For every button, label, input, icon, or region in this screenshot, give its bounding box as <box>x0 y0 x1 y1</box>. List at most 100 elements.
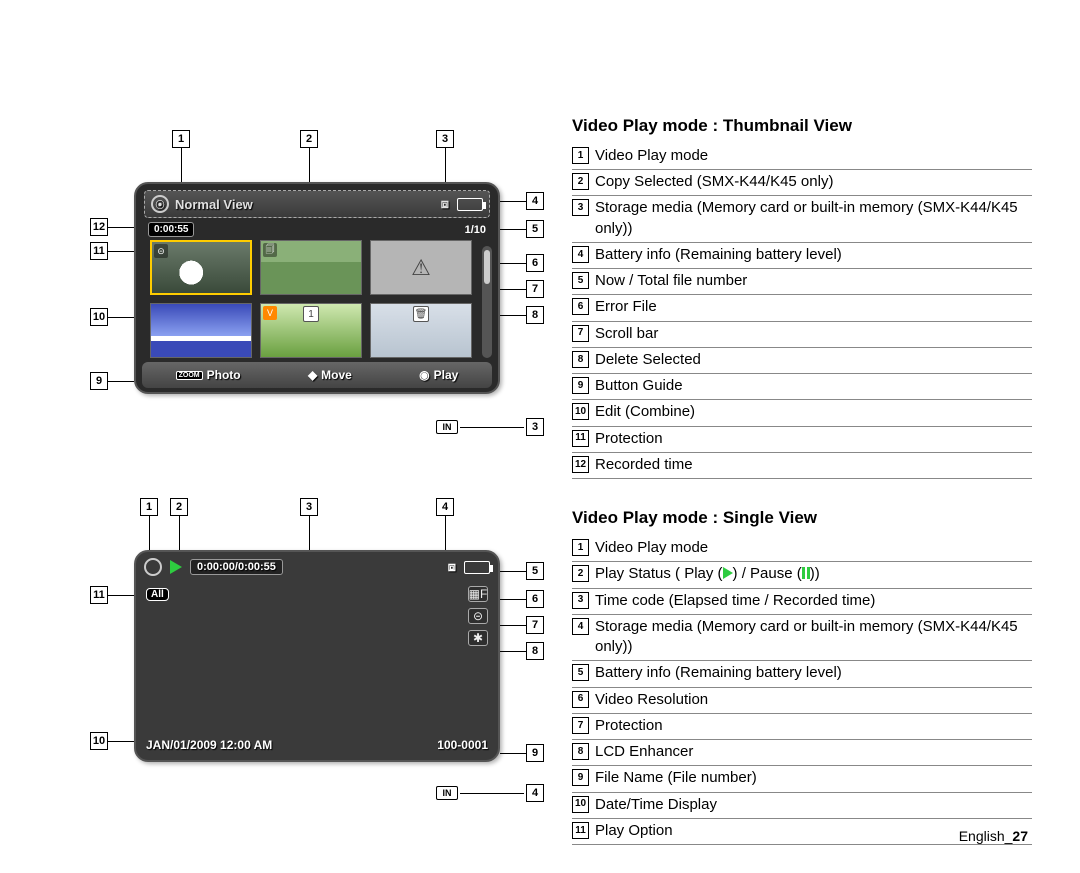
camera-screen-thumbnail: ⦿ Normal View ⧈ 0:00:55 1/10 ⊝ 🗐 ⚠ V1 🗑 … <box>134 182 500 394</box>
callout-3b-tn: 3 <box>526 418 544 436</box>
callout-3-sv: 3 <box>300 498 318 516</box>
combine-icon: V <box>263 306 277 320</box>
thumbnail-6[interactable]: 🗑 <box>370 303 472 358</box>
callout-9-sv: 9 <box>526 744 544 762</box>
battery-icon <box>457 198 483 211</box>
callout-4-tn: 4 <box>526 192 544 210</box>
topbar: ⦿ Normal View ⧈ <box>144 190 490 218</box>
callout-1-sv: 1 <box>140 498 158 516</box>
callout-2-tn: 2 <box>300 130 318 148</box>
legend-row: 3Storage media (Memory card or built-in … <box>572 196 1032 243</box>
legend-row: 7Protection <box>572 714 1032 740</box>
protection-icon: ⊝ <box>468 608 488 624</box>
legend-row: 6Error File <box>572 295 1032 321</box>
callout-9-tn: 9 <box>90 372 108 390</box>
callout-5-tn: 5 <box>526 220 544 238</box>
legend-row: 2Play Status ( Play () / Pause ()) <box>572 562 1032 588</box>
play-option-badge: All <box>146 588 169 601</box>
callout-3-tn: 3 <box>436 130 454 148</box>
legend-row: 5Battery info (Remaining battery level) <box>572 661 1032 687</box>
pause-icon <box>802 567 810 579</box>
thumbnail-error[interactable]: ⚠ <box>370 240 472 295</box>
legend-row: 6Video Resolution <box>572 688 1032 714</box>
callout-1-tn: 1 <box>172 130 190 148</box>
scroll-bar[interactable] <box>482 246 492 358</box>
legend-row: 11Protection <box>572 427 1032 453</box>
legend-title-thumbnail: Video Play mode : Thumbnail View <box>572 115 1032 138</box>
callout-4-sv: 4 <box>436 498 454 516</box>
status-bar: 0:00:55 1/10 <box>148 222 486 237</box>
lcd-enhancer-icon: ✱ <box>468 630 488 646</box>
combine-mark-icon: 1 <box>303 306 319 322</box>
play-topbar: 0:00:00/0:00:55 ⧈ <box>144 558 490 576</box>
legend-row: 1Video Play mode <box>572 144 1032 170</box>
resolution-icon: ▦F <box>468 586 488 602</box>
timecode: 0:00:00/0:00:55 <box>190 559 283 575</box>
camera-screen-single: 0:00:00/0:00:55 ⧈ All ▦F ⊝ ✱ JAN/01/2009… <box>134 550 500 762</box>
thumbnail-grid: ⊝ 🗐 ⚠ V1 🗑 <box>150 240 472 358</box>
legend-row: 3Time code (Elapsed time / Recorded time… <box>572 589 1032 615</box>
legend-row: 8LCD Enhancer <box>572 740 1032 766</box>
bottom-info: JAN/01/2009 12:00 AM 100-0001 <box>146 738 488 752</box>
legend-column: Video Play mode : Thumbnail View 1Video … <box>572 115 1032 873</box>
view-title: Normal View <box>175 197 253 212</box>
delete-icon: 🗑 <box>413 306 429 322</box>
callout-6-sv: 6 <box>526 590 544 608</box>
legend-row: 12Recorded time <box>572 453 1032 479</box>
storage-icon: ⧈ <box>448 559 456 575</box>
zoom-icon: ZOOM <box>176 371 203 380</box>
legend-single: Video Play mode : Single View 1Video Pla… <box>572 507 1032 845</box>
in-badge-1: IN <box>436 420 458 434</box>
callout-10-sv: 10 <box>90 732 108 750</box>
legend-row: 7Scroll bar <box>572 322 1032 348</box>
thumbnail-5[interactable]: V1 <box>260 303 362 358</box>
filename: 100-0001 <box>437 738 488 752</box>
recorded-time: 0:00:55 <box>148 222 194 237</box>
video-mode-icon: ⦿ <box>151 195 169 213</box>
thumbnail-4[interactable] <box>150 303 252 358</box>
move-icon: ◆ <box>308 368 317 382</box>
callout-8-sv: 8 <box>526 642 544 660</box>
footer-page: 27 <box>1012 828 1028 844</box>
right-icon-column: ▦F ⊝ ✱ <box>468 586 488 646</box>
legend-row: 4Storage media (Memory card or built-in … <box>572 615 1032 662</box>
play-icon <box>723 567 733 579</box>
legend-row: 9File Name (File number) <box>572 766 1032 792</box>
photo-button[interactable]: ZOOMPhoto <box>176 368 241 382</box>
legend-row: 10Date/Time Display <box>572 793 1032 819</box>
callout-6-tn: 6 <box>526 254 544 272</box>
callout-8-tn: 8 <box>526 306 544 324</box>
legend-row: 4Battery info (Remaining battery level) <box>572 243 1032 269</box>
callout-11-sv: 11 <box>90 586 108 604</box>
file-counter: 1/10 <box>465 224 486 236</box>
footer-lang: English <box>959 828 1005 844</box>
callout-11-tn: 11 <box>90 242 108 260</box>
move-button[interactable]: ◆Move <box>308 368 352 382</box>
legend-row: 8Delete Selected <box>572 348 1032 374</box>
callout-12-tn: 12 <box>90 218 108 236</box>
legend-row: 9Button Guide <box>572 374 1032 400</box>
play-icon: ◉ <box>419 368 429 382</box>
legend-row: 2Copy Selected (SMX-K44/K45 only) <box>572 170 1032 196</box>
copy-icon: 🗐 <box>263 243 277 257</box>
datetime: JAN/01/2009 12:00 AM <box>146 738 272 752</box>
callout-7-sv: 7 <box>526 616 544 634</box>
callout-10-tn: 10 <box>90 308 108 326</box>
legend-thumbnail: Video Play mode : Thumbnail View 1Video … <box>572 115 1032 479</box>
protection-icon: ⊝ <box>154 244 168 258</box>
play-status-icon <box>170 560 182 574</box>
thumbnail-1[interactable]: ⊝ <box>150 240 252 295</box>
callout-7-tn: 7 <box>526 280 544 298</box>
callout-4b-sv: 4 <box>526 784 544 802</box>
button-guide: ZOOMPhoto ◆Move ◉Play <box>142 362 492 388</box>
thumbnail-2[interactable]: 🗐 <box>260 240 362 295</box>
battery-icon <box>464 561 490 574</box>
in-badge-2: IN <box>436 786 458 800</box>
play-button[interactable]: ◉Play <box>419 368 458 382</box>
legend-row: 10Edit (Combine) <box>572 400 1032 426</box>
legend-title-single: Video Play mode : Single View <box>572 507 1032 530</box>
storage-icon: ⧈ <box>441 196 449 212</box>
legend-row: 1Video Play mode <box>572 536 1032 562</box>
page-footer: English_27 <box>959 828 1028 844</box>
callout-2-sv: 2 <box>170 498 188 516</box>
